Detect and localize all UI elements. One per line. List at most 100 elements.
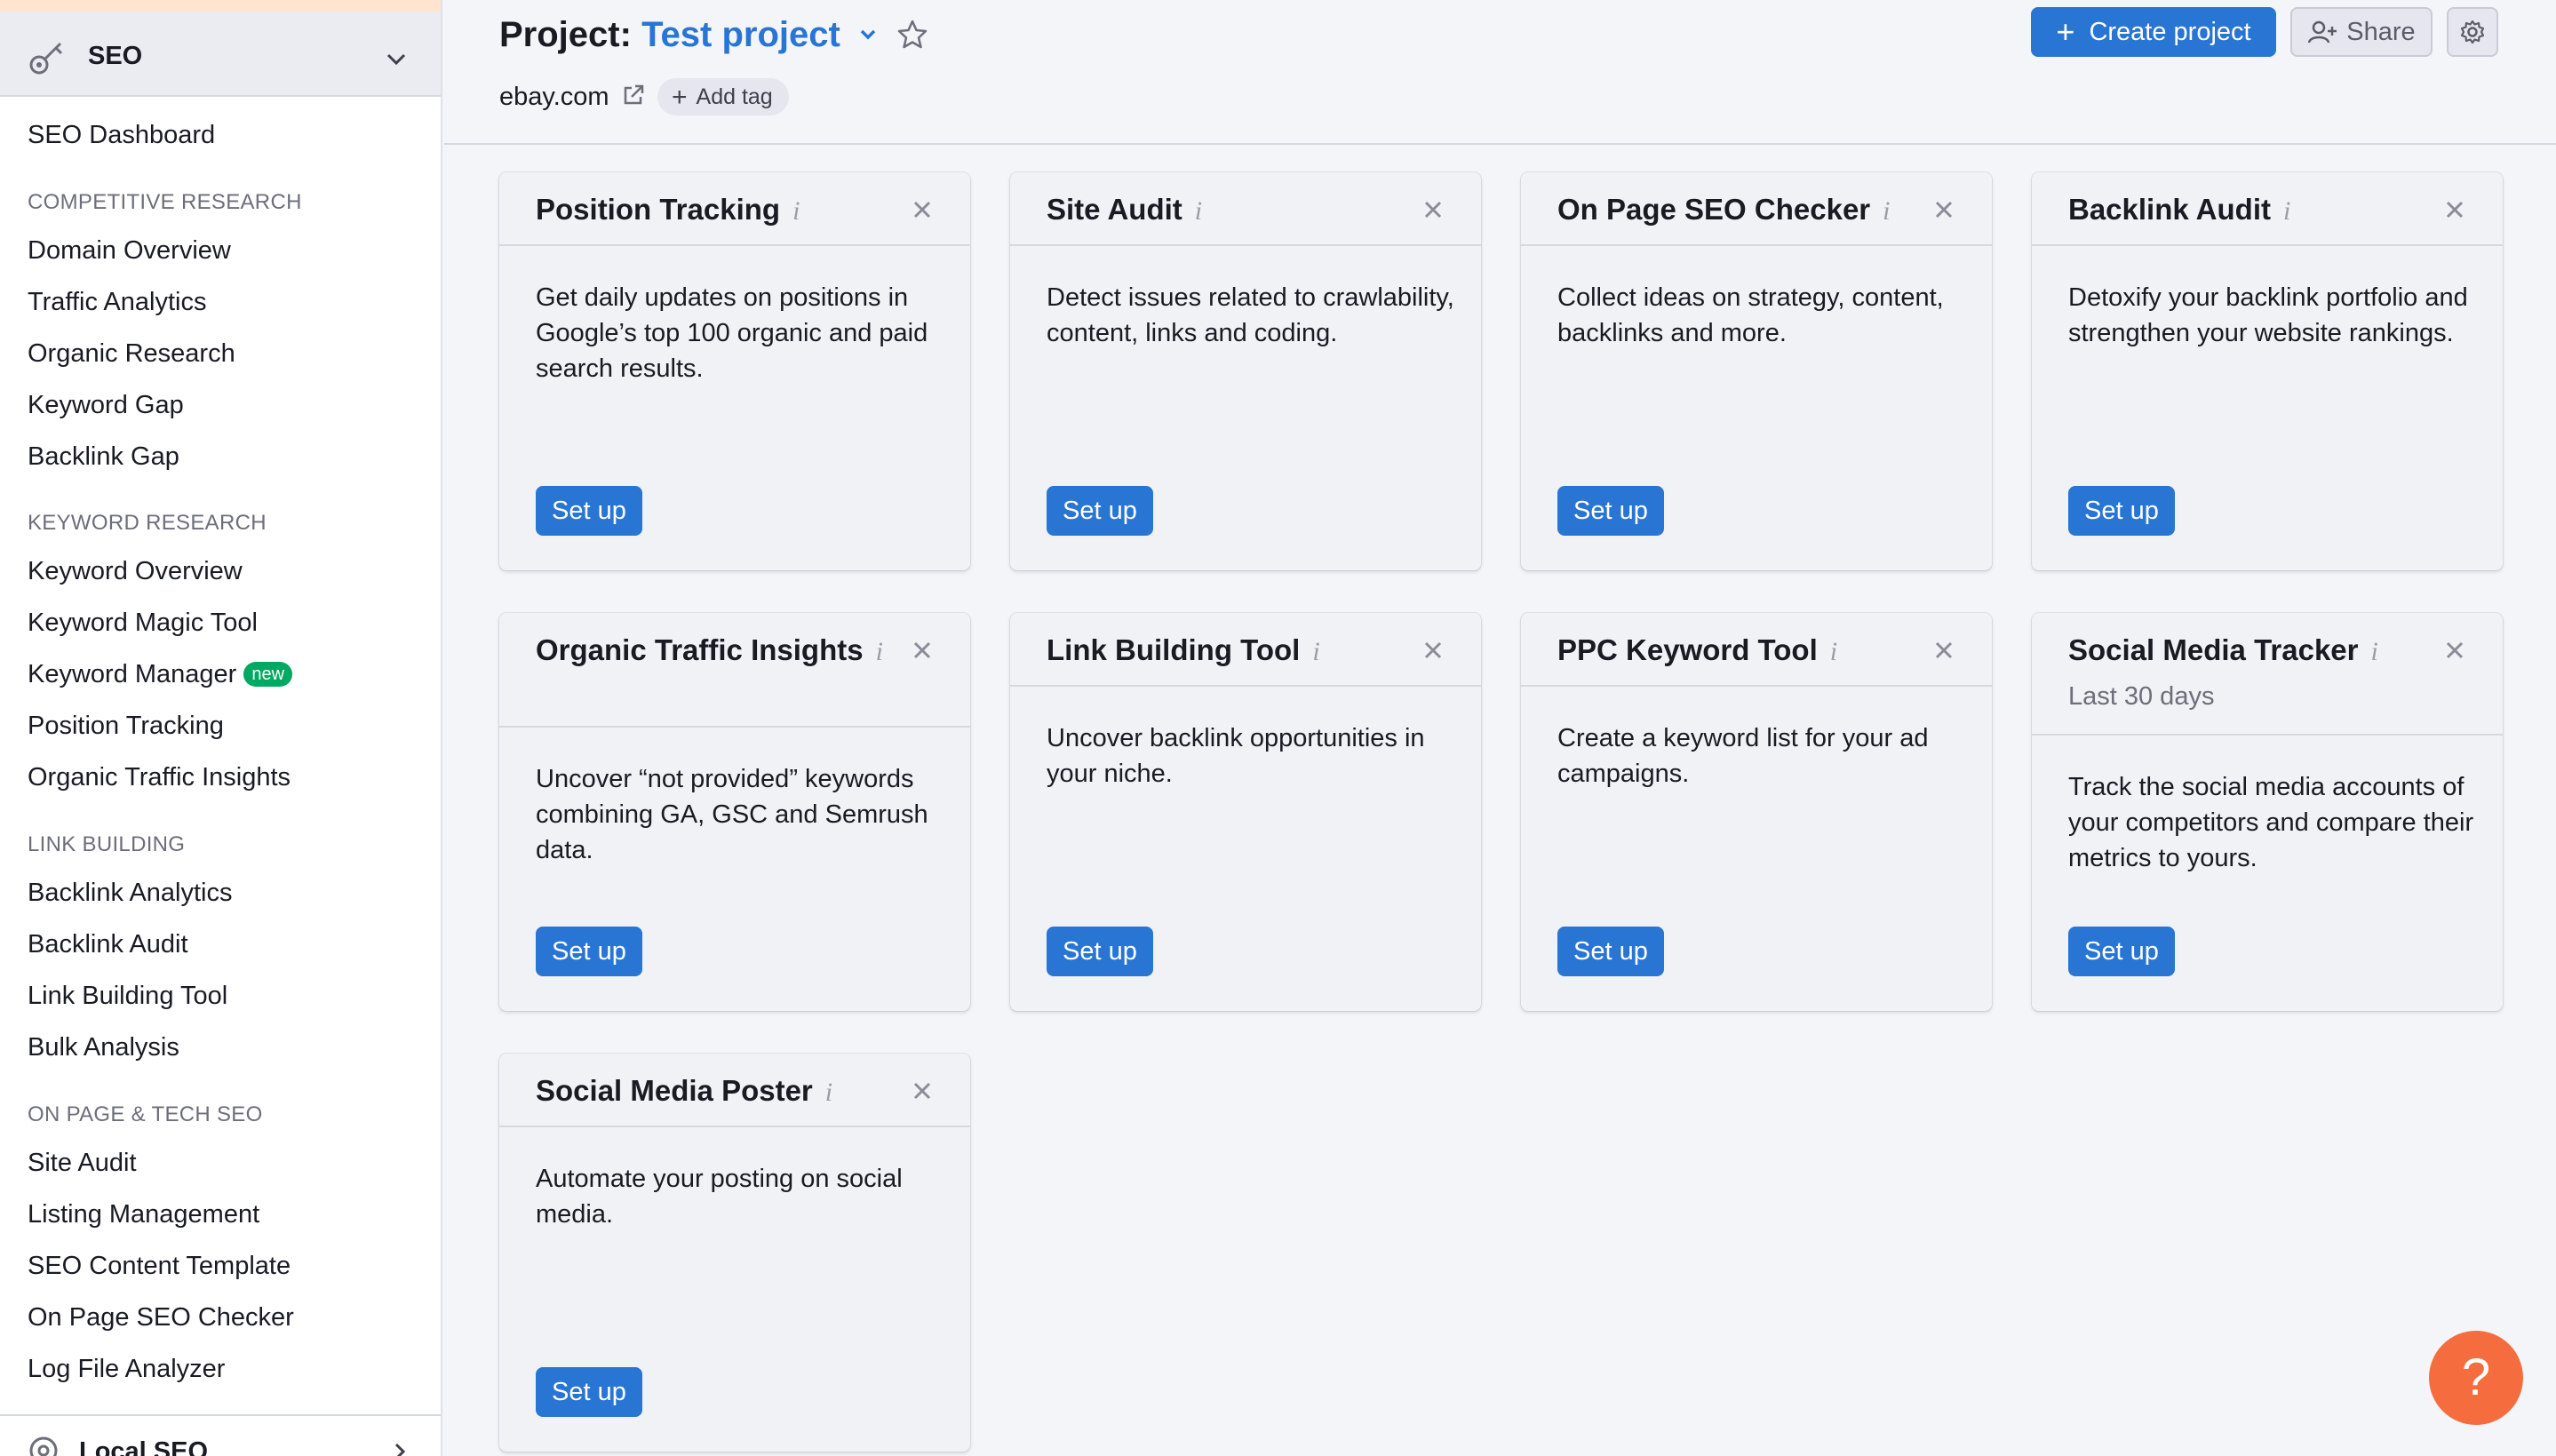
tool-card-link-building-tool: Link Building Tool i Uncover backlink opp…: [1010, 613, 1481, 1011]
project-domain-link[interactable]: ebay.com: [499, 80, 609, 114]
sidebar-item-on-page-seo-checker[interactable]: On Page SEO Checker: [28, 1301, 294, 1334]
sidebar-item-backlink-gap[interactable]: Backlink Gap: [28, 440, 179, 473]
info-icon[interactable]: i: [1312, 637, 1319, 666]
sidebar-group-label: Local SEO: [79, 1437, 209, 1456]
sidebar-item-backlink-analytics[interactable]: Backlink Analytics: [28, 876, 233, 910]
card-header: Organic Traffic Insights i: [499, 613, 970, 728]
project-name-link[interactable]: Test project: [641, 15, 840, 54]
create-project-label: Create project: [2089, 18, 2251, 46]
close-icon[interactable]: [910, 197, 935, 222]
info-icon[interactable]: i: [1195, 196, 1202, 226]
settings-button[interactable]: [2447, 7, 2498, 57]
chevron-down-icon[interactable]: [855, 21, 881, 48]
card-title: Link Building Tool i: [1047, 629, 1320, 673]
set-up-button[interactable]: Set up: [1557, 486, 1664, 536]
sidebar: SEO SEO Dashboard COMPETITIVE RESEARCH D…: [0, 0, 442, 1456]
close-icon[interactable]: [2442, 197, 2467, 222]
info-icon[interactable]: i: [2371, 637, 2378, 666]
sidebar-item-backlink-audit[interactable]: Backlink Audit: [28, 927, 188, 961]
add-tag-button[interactable]: + Add tag: [657, 78, 789, 115]
sidebar-item-seo-dashboard[interactable]: SEO Dashboard: [28, 118, 215, 152]
card-description: Detect issues related to crawlability, c…: [1047, 283, 1454, 347]
gear-icon: [2460, 20, 2485, 44]
project-header: Project: Test project ebay.com + Add tag …: [444, 0, 2556, 145]
sidebar-item-organic-traffic-insights[interactable]: Organic Traffic Insights: [28, 760, 291, 794]
card-header: Site Audit i: [1010, 172, 1481, 246]
close-icon[interactable]: [910, 638, 935, 663]
chevron-down-icon: [386, 53, 406, 66]
card-description: Uncover backlink opportunities in your n…: [1047, 724, 1425, 788]
card-description: Collect ideas on strategy, content, back…: [1557, 283, 1944, 347]
sidebar-item-organic-research[interactable]: Organic Research: [28, 337, 235, 370]
close-icon[interactable]: [1421, 197, 1445, 222]
sidebar-item-site-audit[interactable]: Site Audit: [28, 1146, 137, 1180]
tool-card-backlink-audit: Backlink Audit i Detoxify your backlink p…: [2032, 172, 2503, 570]
sidebar-item-position-tracking[interactable]: Position Tracking: [28, 709, 224, 743]
sidebar-divider: [0, 1414, 441, 1416]
sidebar-group-local-seo[interactable]: Local SEO: [28, 1434, 208, 1456]
set-up-button[interactable]: Set up: [1557, 927, 1664, 976]
info-icon[interactable]: i: [825, 1078, 832, 1107]
add-user-icon: [2308, 20, 2337, 44]
card-title-text: Link Building Tool: [1047, 633, 1301, 666]
sidebar-item-domain-overview[interactable]: Domain Overview: [28, 234, 231, 267]
set-up-button[interactable]: Set up: [2068, 927, 2175, 976]
star-icon[interactable]: [896, 18, 929, 52]
sidebar-item-keyword-gap[interactable]: Keyword Gap: [28, 388, 184, 422]
tool-card-ppc-keyword-tool: PPC Keyword Tool i Create a keyword list …: [1521, 613, 1992, 1011]
set-up-button[interactable]: Set up: [536, 1367, 642, 1417]
sidebar-item-listing-management[interactable]: Listing Management: [28, 1197, 259, 1231]
tool-card-on-page-seo-checker: On Page SEO Checker i Collect ideas on st…: [1521, 172, 1992, 570]
card-header: Position Tracking i: [499, 172, 970, 246]
sidebar-item-traffic-analytics[interactable]: Traffic Analytics: [28, 285, 206, 319]
help-button[interactable]: ?: [2429, 1331, 2523, 1425]
tool-card-social-media-poster: Social Media Poster i Automate your posti…: [499, 1054, 970, 1452]
set-up-button[interactable]: Set up: [536, 486, 642, 536]
card-header: Link Building Tool i: [1010, 613, 1481, 687]
sidebar-item-seo-content-template[interactable]: SEO Content Template: [28, 1249, 291, 1283]
card-title: Social Media Tracker i: [2068, 629, 2378, 673]
sidebar-item-keyword-magic-tool[interactable]: Keyword Magic Tool: [28, 606, 258, 640]
info-icon[interactable]: i: [792, 196, 800, 226]
sidebar-section-title: COMPETITIVE RESEARCH: [28, 190, 302, 214]
close-icon[interactable]: [1421, 638, 1445, 663]
share-button[interactable]: Share: [2290, 7, 2433, 57]
set-up-button[interactable]: Set up: [2068, 486, 2175, 536]
sidebar-item-log-file-analyzer[interactable]: Log File Analyzer: [28, 1352, 225, 1386]
card-subtitle: Last 30 days: [2068, 682, 2215, 711]
card-header: PPC Keyword Tool i: [1521, 613, 1992, 687]
sidebar-item-keyword-manager[interactable]: Keyword Manager new: [28, 657, 293, 691]
close-icon[interactable]: [1931, 197, 1956, 222]
sidebar-item-keyword-overview[interactable]: Keyword Overview: [28, 554, 243, 588]
external-link-icon[interactable]: [620, 82, 647, 108]
card-title: PPC Keyword Tool i: [1557, 629, 1837, 673]
card-header: Backlink Audit i: [2032, 172, 2503, 246]
card-title: On Page SEO Checker i: [1557, 188, 1890, 233]
info-icon[interactable]: i: [1883, 196, 1890, 226]
set-up-button[interactable]: Set up: [1047, 927, 1153, 976]
card-title-text: On Page SEO Checker: [1557, 193, 1871, 226]
card-header: Social Media Poster i: [499, 1054, 970, 1127]
set-up-button[interactable]: Set up: [1047, 486, 1153, 536]
card-title-text: PPC Keyword Tool: [1557, 633, 1818, 666]
info-icon[interactable]: i: [1830, 637, 1837, 666]
sidebar-item-bulk-analysis[interactable]: Bulk Analysis: [28, 1030, 179, 1064]
close-icon[interactable]: [2442, 638, 2467, 663]
set-up-button[interactable]: Set up: [536, 927, 642, 976]
sidebar-item-link-building-tool[interactable]: Link Building Tool: [28, 979, 227, 1013]
sidebar-seo-header[interactable]: SEO: [0, 12, 441, 97]
close-icon[interactable]: [910, 1078, 935, 1103]
info-icon[interactable]: i: [876, 637, 883, 666]
info-icon[interactable]: i: [2283, 196, 2290, 226]
card-title-text: Social Media Poster: [536, 1074, 813, 1107]
add-tag-label: Add tag: [696, 84, 773, 109]
create-project-button[interactable]: + Create project: [2031, 7, 2276, 57]
card-title-text: Backlink Audit: [2068, 193, 2271, 226]
card-description: Get daily updates on positions in Google…: [536, 283, 928, 383]
sidebar-section-title: LINK BUILDING: [28, 832, 186, 856]
tool-card-social-media-tracker: Social Media Tracker i Last 30 days Track…: [2032, 613, 2503, 1011]
card-header: On Page SEO Checker i: [1521, 172, 1992, 246]
close-icon[interactable]: [1931, 638, 1956, 663]
tool-card-position-tracking: Position Tracking i Get daily updates on …: [499, 172, 970, 570]
tool-card-site-audit: Site Audit i Detect issues related to cra…: [1010, 172, 1481, 570]
